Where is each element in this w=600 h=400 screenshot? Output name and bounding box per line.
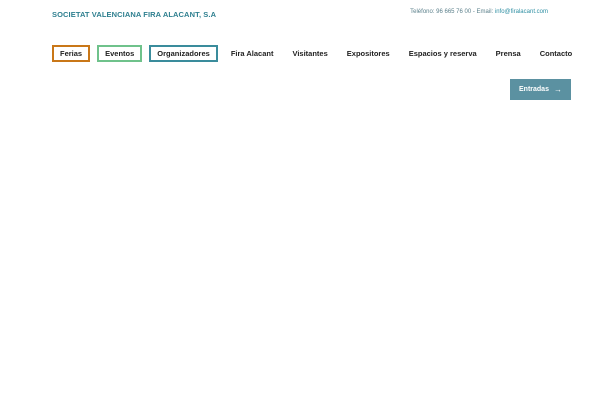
entradas-button[interactable]: Entradas → [510, 79, 571, 100]
entradas-button-label: Entradas [519, 86, 549, 93]
main-navigation: Ferias Eventos Organizadores Fira Alacan… [52, 45, 574, 62]
contact-info: Teléfono: 96 665 76 00 - Email: info@fir… [410, 9, 548, 15]
contact-email-link[interactable]: info@firalacant.com [495, 9, 548, 15]
contact-phone: Teléfono: 96 665 76 00 - Email: [410, 9, 494, 15]
nav-item-visitantes[interactable]: Visitantes [290, 45, 329, 62]
nav-item-fira-alacant[interactable]: Fira Alacant [229, 45, 276, 62]
nav-item-expositores[interactable]: Expositores [345, 45, 392, 62]
nav-item-ferias[interactable]: Ferias [52, 45, 91, 62]
page: SOCIETAT VALENCIANA FIRA ALACANT, S.A Te… [0, 0, 600, 400]
nav-item-contacto[interactable]: Contacto [538, 45, 575, 62]
nav-item-organizadores[interactable]: Organizadores [149, 45, 218, 62]
nav-item-espacios-y-reserva[interactable]: Espacios y reserva [407, 45, 479, 62]
site-brand[interactable]: SOCIETAT VALENCIANA FIRA ALACANT, S.A [52, 10, 216, 19]
nav-item-prensa[interactable]: Prensa [494, 45, 523, 62]
nav-item-eventos[interactable]: Eventos [97, 45, 143, 62]
arrow-right-icon: → [553, 84, 562, 94]
